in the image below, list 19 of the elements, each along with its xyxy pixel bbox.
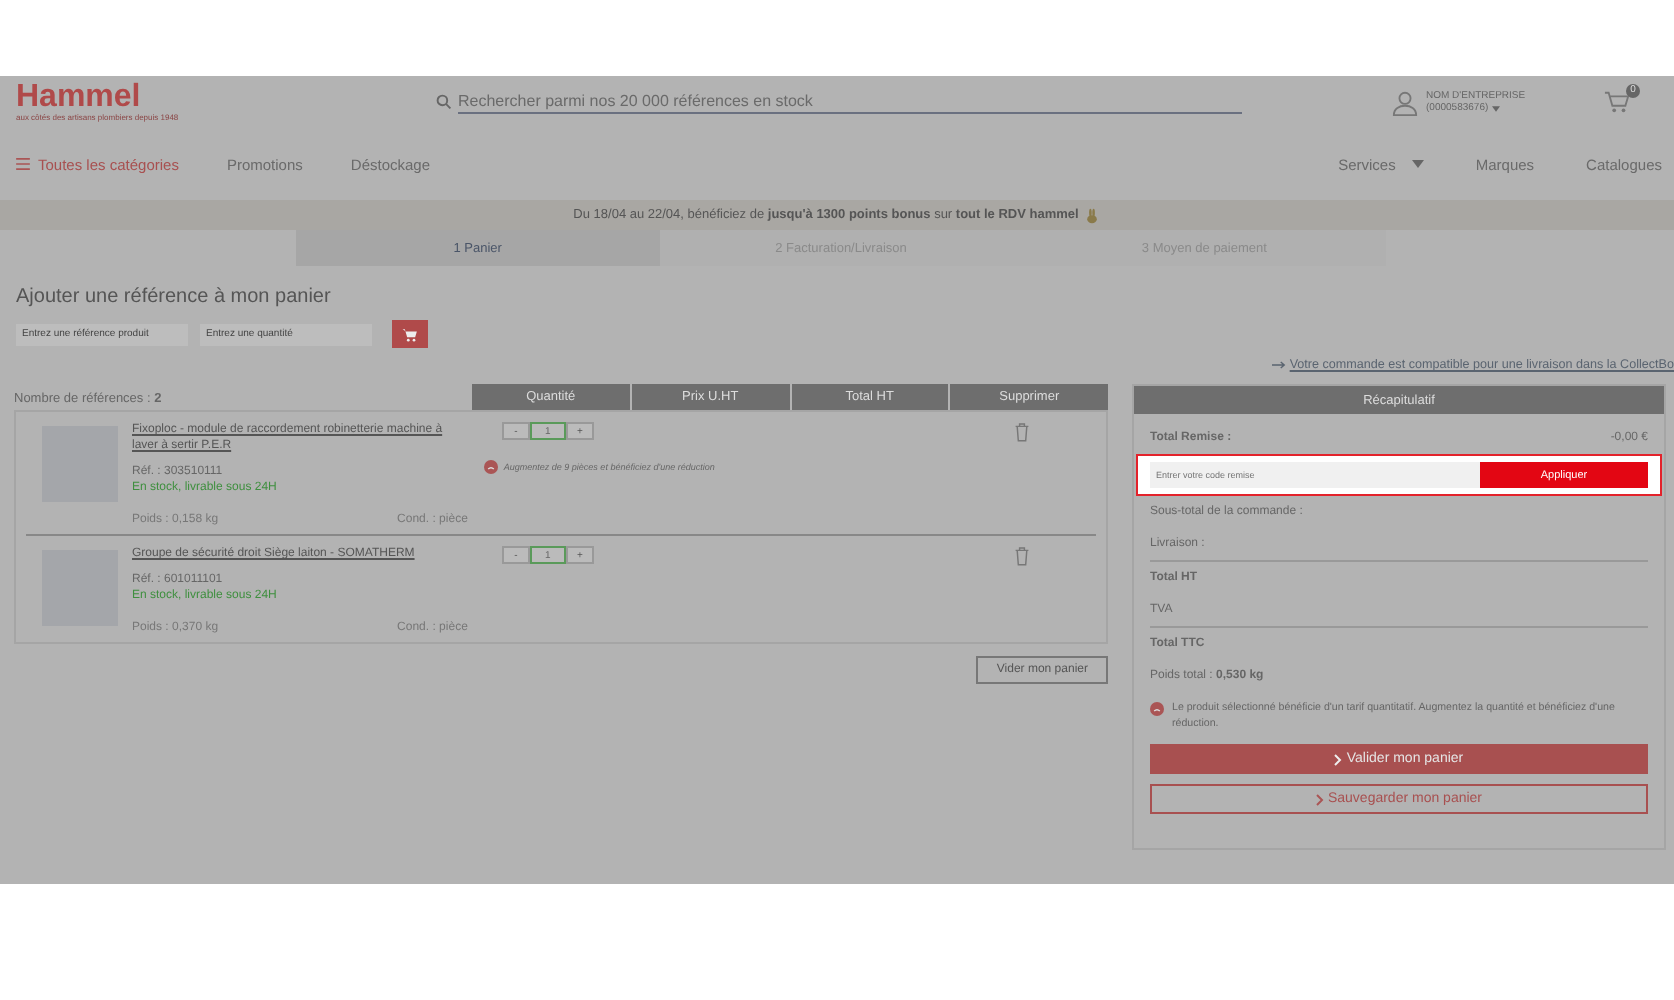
cart-icon[interactable] [1604,90,1630,114]
caret-icon [1411,160,1424,168]
warning-icon [1150,702,1164,716]
chevron-icon [1315,793,1324,805]
add-to-cart-button[interactable] [392,320,428,348]
warning-icon [483,460,498,474]
caret-icon [1492,105,1501,111]
chevron-icon [1334,753,1343,765]
delete-icon[interactable] [1013,546,1030,566]
arrow-icon [1271,360,1286,370]
logo[interactable]: Hammel [16,82,141,112]
user-icon[interactable] [1392,89,1418,115]
search-field[interactable]: Rechercher parmi nos 20 000 références en stock [458,91,1242,113]
menu-icon [16,158,30,170]
search-icon [436,94,452,110]
delete-icon[interactable] [1013,422,1030,442]
cart-icon [402,327,418,341]
add-reference-title: Ajouter une référence à mon panier [16,286,333,308]
rabbit-icon [1084,207,1101,223]
